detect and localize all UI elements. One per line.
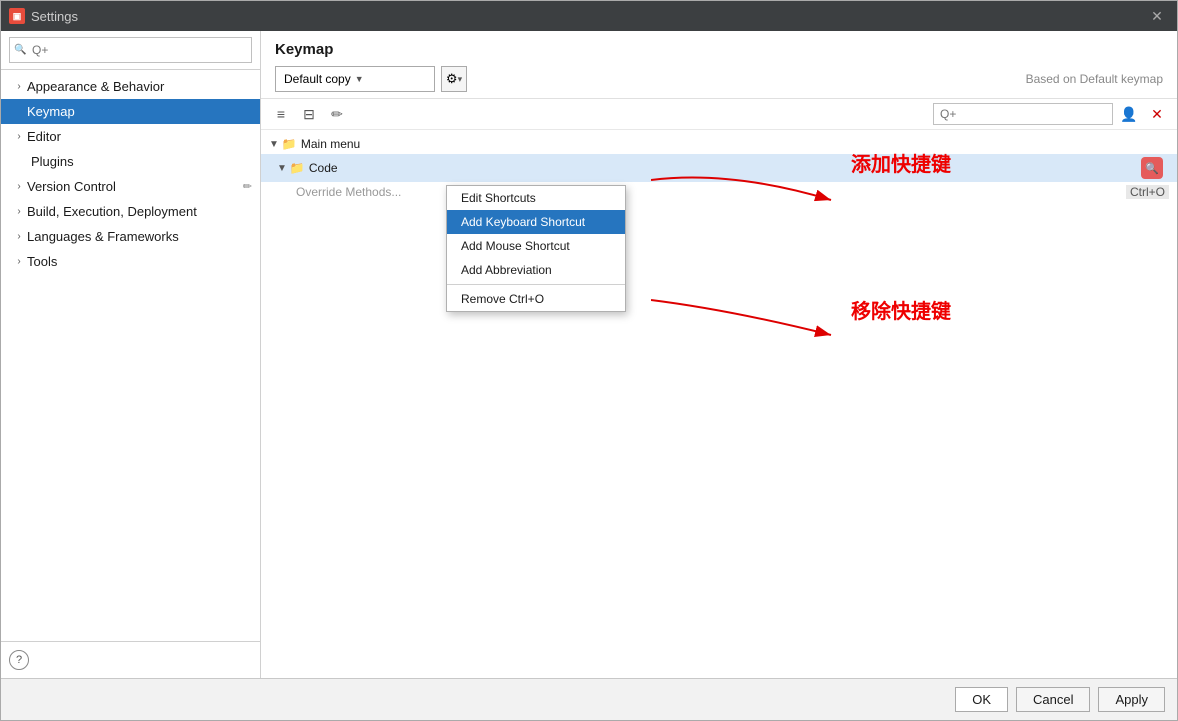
ctx-add-abbreviation[interactable]: Add Abbreviation xyxy=(447,258,625,282)
app-icon: ▣ xyxy=(9,8,25,24)
sidebar-label-editor: Editor xyxy=(27,129,61,144)
expand-arrow-vcs: › xyxy=(13,181,25,192)
ok-button[interactable]: OK xyxy=(955,687,1008,712)
sidebar-label-build: Build, Execution, Deployment xyxy=(27,204,197,219)
apply-button[interactable]: Apply xyxy=(1098,687,1165,712)
sidebar-bottom: ? xyxy=(1,641,260,678)
search-icon-box: 🔍 xyxy=(1141,157,1163,179)
close-button[interactable]: ✕ xyxy=(1145,4,1169,28)
tree-arrow-code: ▼ xyxy=(277,163,287,174)
tree-area: ▼ 📁 Main menu ▼ 📁 Code 🔍 Override Met xyxy=(261,130,1177,678)
settings-window: ▣ Settings ✕ › Appearance & Behavior xyxy=(0,0,1178,721)
tree-arrow-main-menu: ▼ xyxy=(269,139,279,150)
cancel-button[interactable]: Cancel xyxy=(1016,687,1090,712)
search-wrapper xyxy=(9,37,252,63)
sidebar-item-keymap[interactable]: Keymap xyxy=(1,99,260,124)
sidebar-label-appearance: Appearance & Behavior xyxy=(27,79,164,94)
title-bar-left: ▣ Settings xyxy=(9,8,78,24)
tree-label-main-menu: Main menu xyxy=(301,137,1169,151)
expand-arrow-tools: › xyxy=(13,256,25,267)
expand-arrow-languages: › xyxy=(13,231,25,242)
ctx-remove-ctrl-o[interactable]: Remove Ctrl+O xyxy=(447,287,625,311)
sidebar-search-input[interactable] xyxy=(9,37,252,63)
collapse-all-button[interactable]: ⊟ xyxy=(297,103,321,125)
sidebar-item-tools[interactable]: › Tools xyxy=(1,249,260,274)
tree-main-menu[interactable]: ▼ 📁 Main menu xyxy=(261,134,1177,154)
sidebar-nav: › Appearance & Behavior Keymap › Editor … xyxy=(1,70,260,641)
folder-icon-code: 📁 xyxy=(290,161,305,175)
ctx-add-keyboard-shortcut[interactable]: Add Keyboard Shortcut xyxy=(447,210,625,234)
title-bar: ▣ Settings ✕ xyxy=(1,1,1177,31)
based-on-label: Based on Default keymap xyxy=(1026,72,1163,86)
sidebar-item-appearance[interactable]: › Appearance & Behavior xyxy=(1,74,260,99)
expand-arrow-editor: › xyxy=(13,131,25,142)
ctx-add-mouse-shortcut[interactable]: Add Mouse Shortcut xyxy=(447,234,625,258)
sidebar-label-vcs: Version Control xyxy=(27,179,116,194)
remove-shortcut-annotation: 移除快捷键 xyxy=(851,295,951,324)
sidebar-label-plugins: Plugins xyxy=(31,154,74,169)
edit-action-button[interactable]: ✏ xyxy=(325,103,349,125)
sidebar-item-languages[interactable]: › Languages & Frameworks xyxy=(1,224,260,249)
expand-all-button[interactable]: ≡ xyxy=(269,103,293,125)
add-shortcut-annotation: 添加快捷键 xyxy=(851,148,951,177)
sidebar-label-keymap: Keymap xyxy=(27,104,75,119)
expand-arrow-appearance: › xyxy=(13,81,25,92)
sidebar-item-plugins[interactable]: Plugins xyxy=(1,149,260,174)
action-search-input[interactable] xyxy=(933,103,1113,125)
search-icon: 🔍 xyxy=(1145,162,1159,175)
main-content: › Appearance & Behavior Keymap › Editor … xyxy=(1,31,1177,678)
ctx-edit-shortcuts[interactable]: Edit Shortcuts xyxy=(447,186,625,210)
expand-arrow-build: › xyxy=(13,206,25,217)
context-menu: Edit Shortcuts Add Keyboard Shortcut Add… xyxy=(446,185,626,312)
gear-button[interactable]: ⚙ ▾ xyxy=(441,66,467,92)
search-right-area: 👤 ✕ xyxy=(933,103,1169,125)
panel-title: Keymap xyxy=(275,41,1163,58)
sidebar-label-languages: Languages & Frameworks xyxy=(27,229,179,244)
sidebar-item-build[interactable]: › Build, Execution, Deployment xyxy=(1,199,260,224)
sidebar-item-version-control[interactable]: › Version Control ✏ xyxy=(1,174,260,199)
keymap-toolbar: Default copy ▼ ⚙ ▾ Based on Default keym… xyxy=(275,66,1163,92)
sidebar-label-tools: Tools xyxy=(27,254,57,269)
bottom-bar: OK Cancel Apply xyxy=(1,678,1177,720)
search-expand-button[interactable]: 👤 xyxy=(1117,103,1141,125)
close-search-button[interactable]: ✕ xyxy=(1145,103,1169,125)
gear-dropdown-arrow: ▾ xyxy=(458,74,463,85)
dropdown-arrow-icon: ▼ xyxy=(355,74,364,84)
vcs-edit-icon: ✏ xyxy=(243,180,252,193)
folder-icon-main-menu: 📁 xyxy=(282,137,297,151)
right-panel: Keymap Default copy ▼ ⚙ ▾ Based on Defau… xyxy=(261,31,1177,678)
sidebar: › Appearance & Behavior Keymap › Editor … xyxy=(1,31,261,678)
action-toolbar: ≡ ⊟ ✏ 👤 ✕ xyxy=(261,99,1177,130)
sidebar-item-editor[interactable]: › Editor xyxy=(1,124,260,149)
search-box xyxy=(1,31,260,70)
override-shortcut: Ctrl+O xyxy=(1126,185,1169,199)
window-title: Settings xyxy=(31,9,78,24)
ctx-divider xyxy=(447,284,625,285)
help-button[interactable]: ? xyxy=(9,650,29,670)
keymap-dropdown-value: Default copy xyxy=(284,72,351,86)
keymap-dropdown[interactable]: Default copy ▼ xyxy=(275,66,435,92)
panel-header: Keymap Default copy ▼ ⚙ ▾ Based on Defau… xyxy=(261,31,1177,99)
gear-icon: ⚙ xyxy=(446,71,458,87)
